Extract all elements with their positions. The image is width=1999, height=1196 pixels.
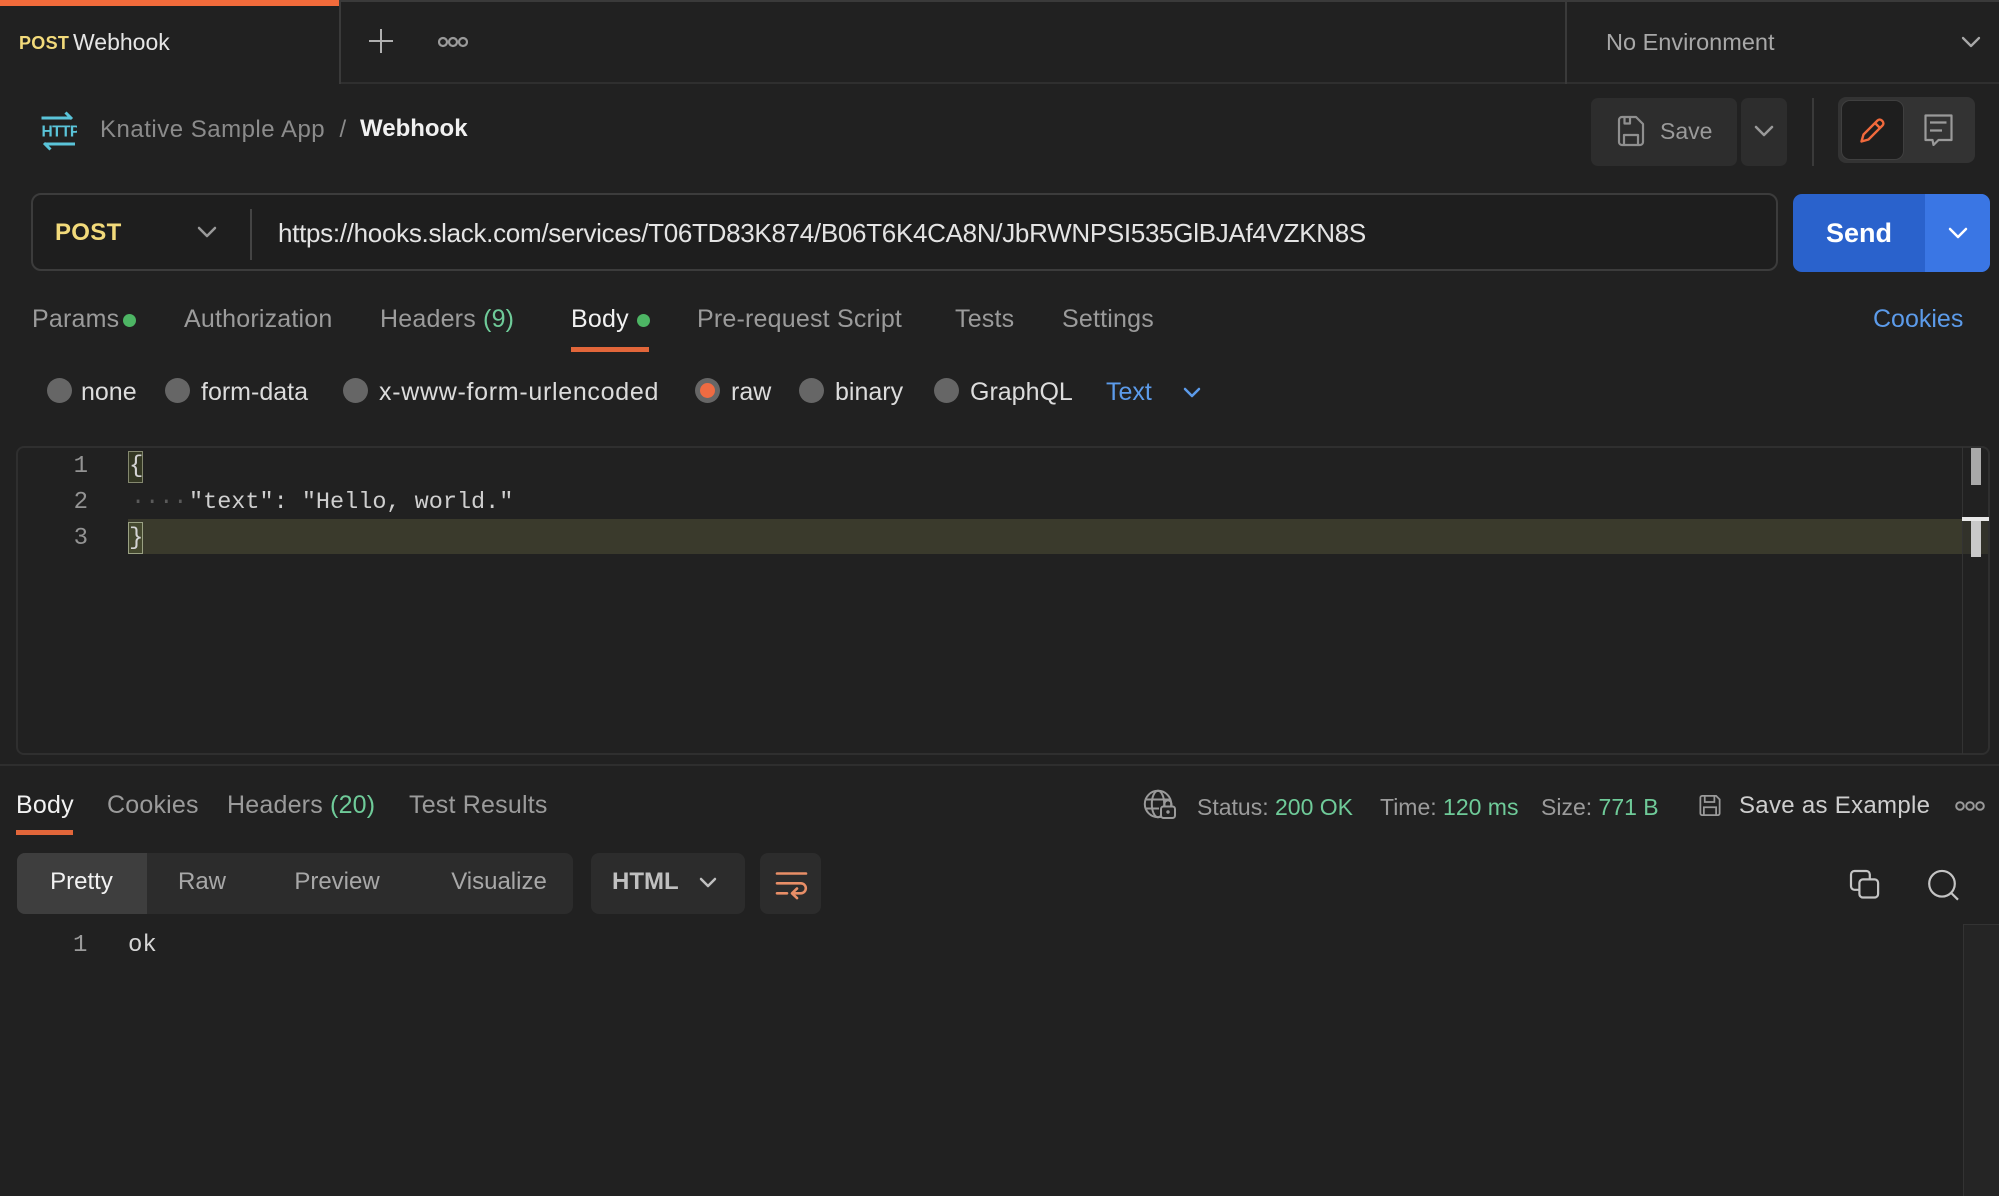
- svg-text:HTTP: HTTP: [42, 124, 78, 141]
